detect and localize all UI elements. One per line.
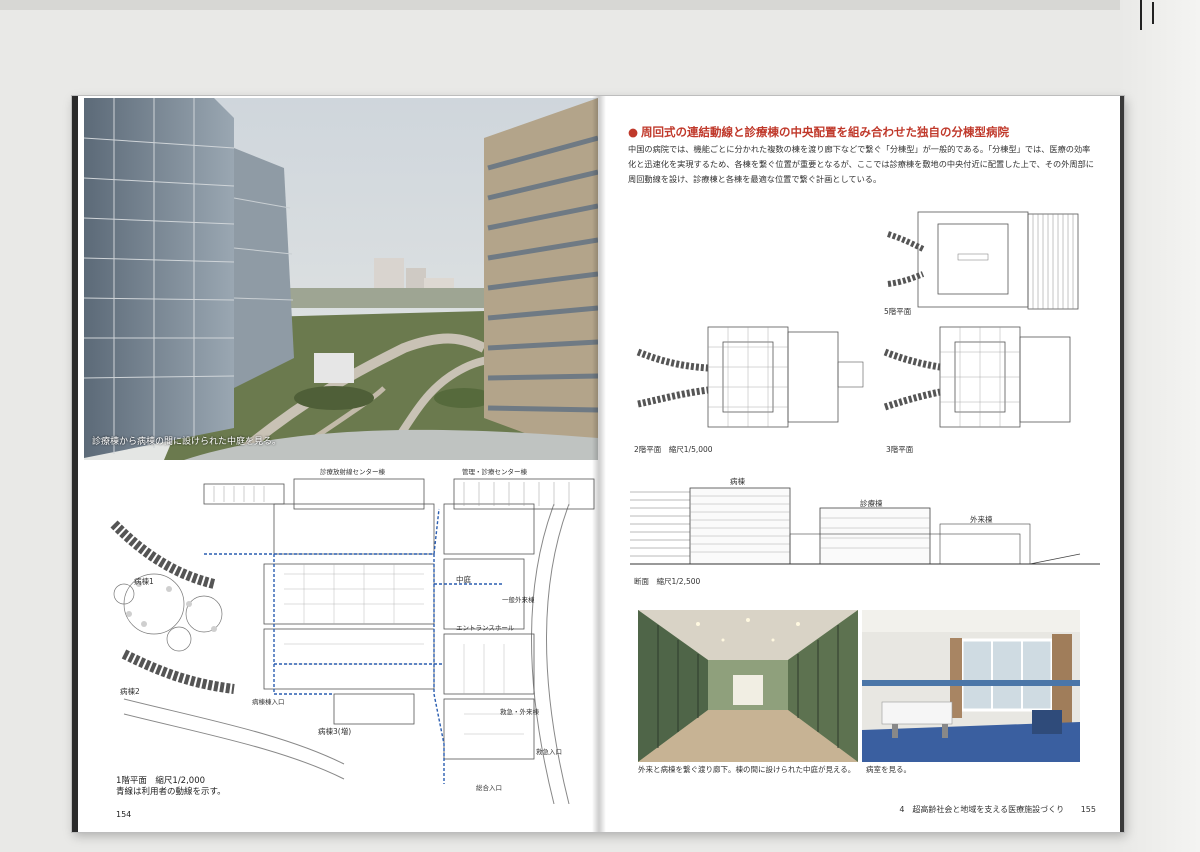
- corridor-photo-caption: 外来と病棟を繋ぐ渡り廊下。棟の間に設けられた中庭が見える。: [638, 765, 856, 774]
- bullet-icon: ●: [628, 125, 639, 139]
- left-page-number: 154: [116, 810, 132, 819]
- plan-label-ward-3: 病棟3(増): [318, 727, 352, 736]
- building-section: 病棟 診療棟 外来棟: [630, 477, 1100, 574]
- plan-label-ward-2: 病棟2: [120, 687, 140, 696]
- plan-legend-text: 青線は利用者の動線を示す。: [116, 787, 226, 797]
- courtyard-photo: [84, 98, 598, 460]
- patient-room-photo: [862, 610, 1080, 762]
- right-page-number: 155: [1080, 805, 1096, 814]
- plan-label-admin-center: 管理・診療センター棟: [462, 468, 527, 476]
- scan-crop-mark: [1152, 2, 1154, 24]
- plan-label-emergency-entrance: 救急入口: [536, 748, 562, 756]
- scan-edge-top: [0, 0, 1200, 10]
- page-footer: 4 超高齢社会と地域を支える医療施設づくり 155: [899, 804, 1096, 815]
- second-floor-plan: [628, 322, 868, 432]
- corridor-photo: [638, 610, 858, 762]
- plan-label-radiology-center: 診療放射線センター棟: [320, 468, 385, 476]
- fifth-floor-plan-label: 5階平面: [884, 307, 912, 316]
- section-tag-outpatient: 外来棟: [970, 515, 993, 524]
- first-floor-plan: 病棟1 病棟2 病棟3(増) 診療放射線センター棟 管理・診療センター棟 中庭 …: [84, 464, 598, 805]
- courtyard-photo-caption: 診療棟から病棟の間に設けられた中庭を見る。: [92, 437, 282, 447]
- section-heading: ● 周回式の連結動線と診療棟の中央配置を組み合わせた独自の分棟型病院: [628, 124, 1009, 140]
- third-floor-plan: [880, 322, 1090, 432]
- plan-label-emergency: 救急・外来棟: [500, 708, 539, 716]
- section-heading-text: 周回式の連結動線と診療棟の中央配置を組み合わせた独自の分棟型病院: [641, 125, 1010, 139]
- plan-label-courtyard: 中庭: [456, 575, 471, 584]
- body-paragraph: 中国の病院では、機能ごとに分かれた複数の棟を渡り廊下などで繋ぐ「分棟型」が一般的…: [628, 144, 1094, 184]
- plan-label-main-entrance: 総合入口: [476, 784, 502, 792]
- second-floor-plan-label: 2階平面 縮尺1/5,000: [634, 445, 713, 454]
- section-tag-ward: 病棟: [730, 477, 745, 486]
- scan-crop-mark: [1140, 0, 1142, 30]
- scan-edge-right: [1120, 0, 1200, 852]
- plan-label-entrance-hall: エントランスホール: [456, 624, 515, 632]
- fifth-floor-plan: [878, 204, 1088, 314]
- plan-label-ward-entrance: 病棟棟入口: [252, 698, 285, 706]
- left-page: 診療棟から病棟の間に設けられた中庭を見る。 病棟1 病棟2 病棟3(増) 診療放…: [72, 96, 598, 832]
- plan-scale-text: 1階平面 縮尺1/2,000: [116, 776, 206, 786]
- plan-label-outpatient: 一般外来棟: [502, 596, 535, 604]
- plan-label-ward-1: 病棟1: [134, 577, 154, 586]
- right-page: ● 周回式の連結動線と診療棟の中央配置を組み合わせた独自の分棟型病院 中国の病院で…: [598, 96, 1124, 832]
- book-gutter: [592, 96, 606, 832]
- patient-room-photo-caption: 病室を見る。: [866, 765, 911, 774]
- first-floor-plan-caption: 1階平面 縮尺1/2,000 青線は利用者の動線を示す。: [116, 776, 226, 798]
- chapter-title: 4 超高齢社会と地域を支える医療施設づくり: [899, 805, 1065, 814]
- section-tag-clinic: 診療棟: [860, 499, 883, 508]
- third-floor-plan-label: 3階平面: [886, 445, 914, 454]
- book-spread: 診療棟から病棟の間に設けられた中庭を見る。 病棟1 病棟2 病棟3(増) 診療放…: [72, 96, 1124, 832]
- section-label: 断面 縮尺1/2,500: [634, 577, 701, 586]
